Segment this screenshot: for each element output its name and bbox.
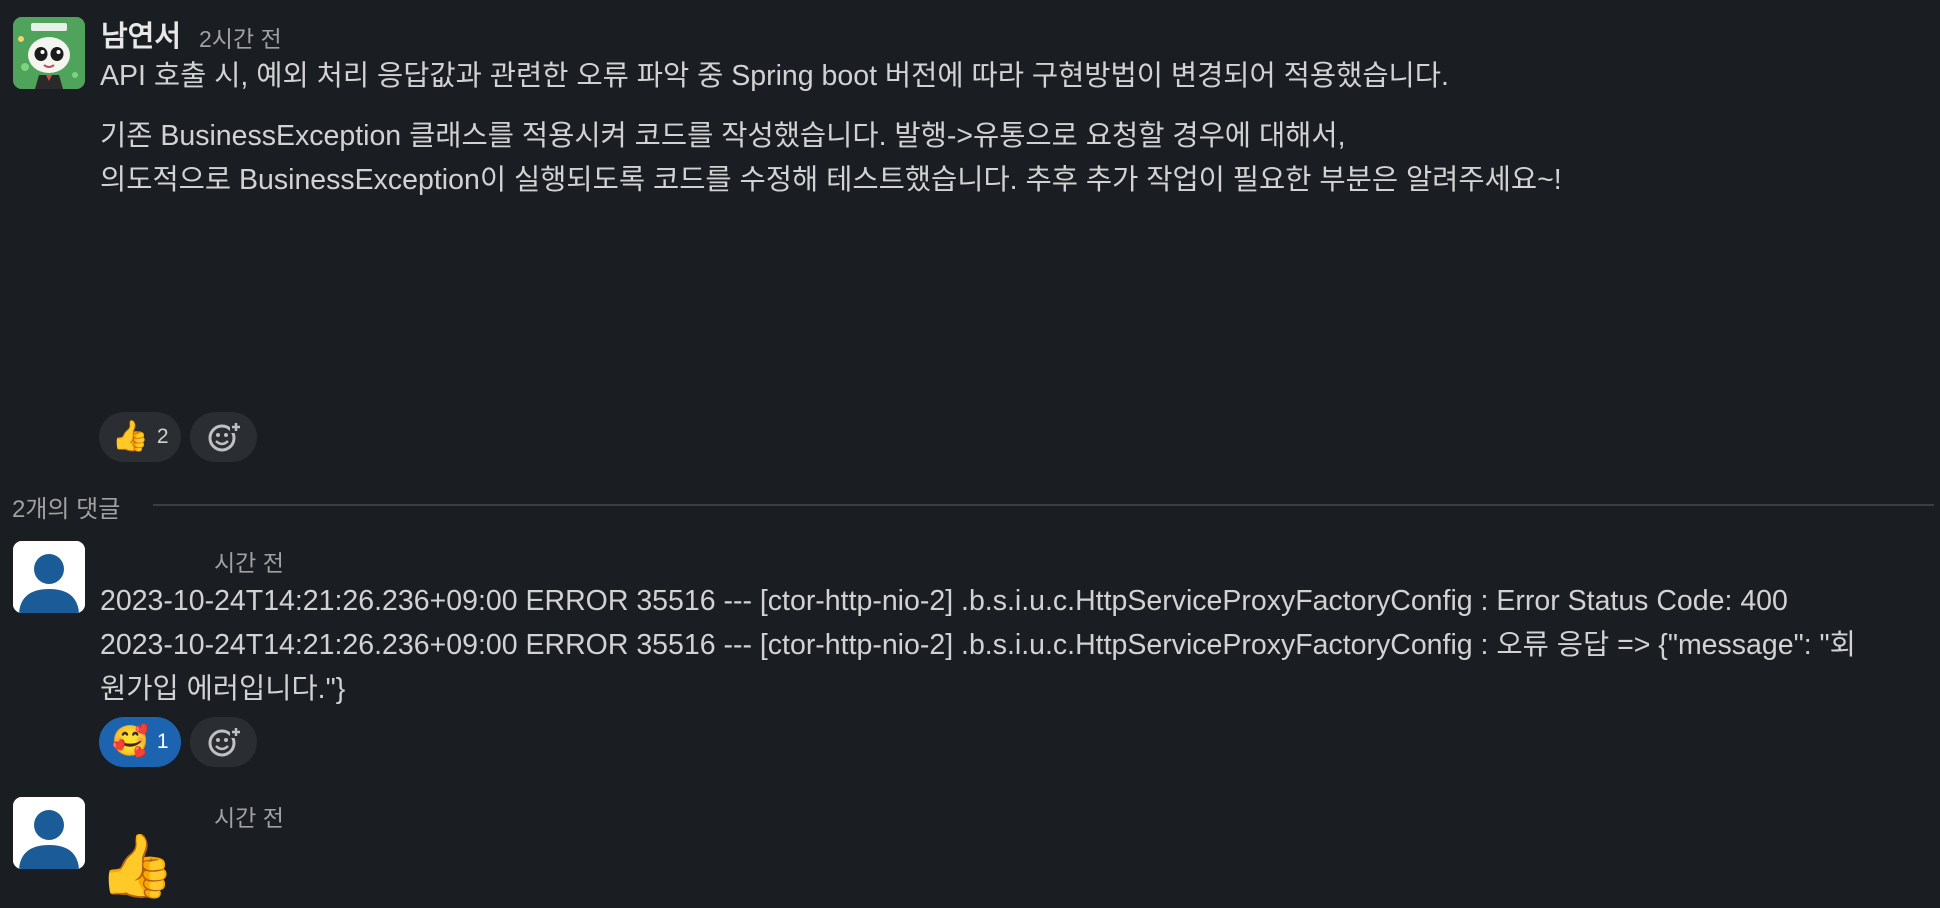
thumbs-up-icon: 👍 <box>111 420 149 453</box>
reply-1-timestamp[interactable]: 시간 전 <box>214 544 284 578</box>
reply-1-line-1: 2023-10-24T14:21:26.236+09:00 ERROR 3551… <box>100 585 1788 617</box>
add-reaction-button[interactable] <box>190 717 257 767</box>
reply-1-line-3: 원가입 에러입니다."} <box>100 673 346 705</box>
default-user-icon <box>13 541 85 613</box>
default-user-icon <box>13 797 85 869</box>
smiling-face-with-hearts-icon: 🥰 <box>111 725 149 758</box>
message-line-3: 의도적으로 BusinessException이 실행되도록 코드를 수정해 테… <box>100 164 1562 196</box>
add-emoji-icon <box>208 726 242 757</box>
message-line-2: 기존 BusinessException 클래스를 적용시켜 코드를 작성했습니… <box>100 120 1346 152</box>
reaction-smiling-face-with-hearts[interactable]: 🥰 1 <box>99 717 181 767</box>
add-emoji-icon <box>208 421 242 452</box>
reply-2-avatar[interactable] <box>13 797 85 869</box>
reply-1-avatar[interactable] <box>13 541 85 613</box>
thumbs-up-icon: 👍 <box>98 832 176 901</box>
reaction-thumbs-up[interactable]: 👍 2 <box>99 412 181 462</box>
thread-divider <box>153 504 1934 506</box>
reply-1-line-2: 2023-10-24T14:21:26.236+09:00 ERROR 3551… <box>100 629 1856 661</box>
reaction-count: 2 <box>156 425 169 448</box>
add-reaction-button[interactable] <box>190 412 257 462</box>
reaction-count: 1 <box>156 730 169 753</box>
message-timestamp[interactable]: 2시간 전 <box>199 20 282 54</box>
cartoon-avatar-icon <box>13 17 85 89</box>
author-avatar[interactable] <box>13 17 85 89</box>
message-line-1: API 호출 시, 예외 처리 응답값과 관련한 오류 파악 중 Spring … <box>100 60 1449 92</box>
reply-2-timestamp[interactable]: 시간 전 <box>214 799 284 833</box>
author-name[interactable]: 남연서 <box>101 13 181 55</box>
thread-reply-count: 2개의 댓글 <box>12 496 121 523</box>
